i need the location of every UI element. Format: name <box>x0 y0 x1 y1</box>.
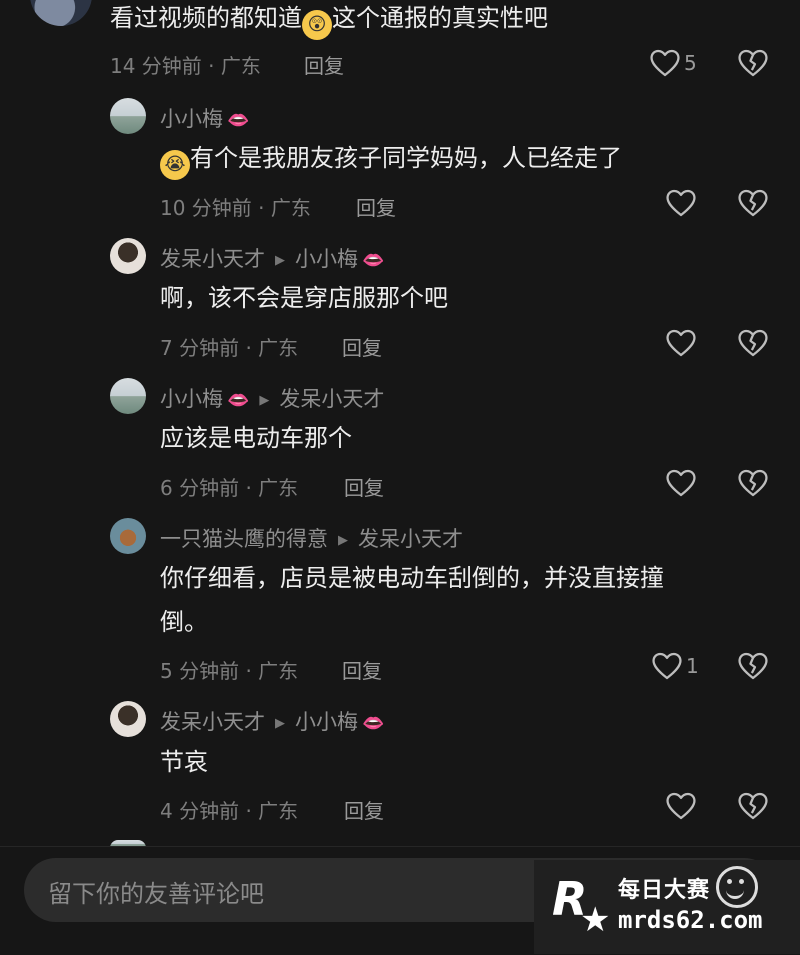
reply-button[interactable]: 回复 <box>344 472 384 501</box>
username[interactable]: 发呆小天才 ▶ 小小梅 👄 <box>160 706 384 736</box>
like-icon[interactable] <box>664 789 698 823</box>
avatar[interactable] <box>110 518 146 554</box>
smiley-eye <box>727 879 732 884</box>
comment-text: 😭 有个是我朋友孩子同学妈妈，人已经走了 <box>160 136 622 180</box>
avatar[interactable] <box>30 0 92 26</box>
reply-button[interactable]: 回复 <box>356 192 396 221</box>
dislike-icon[interactable] <box>736 186 770 220</box>
reply-button[interactable]: 回复 <box>342 332 382 361</box>
like-icon[interactable] <box>664 326 698 360</box>
dislike-icon[interactable] <box>736 649 770 683</box>
avatar[interactable] <box>110 378 146 414</box>
avatar[interactable] <box>110 701 146 737</box>
crying-emoji-icon: 😭 <box>160 150 190 180</box>
comment-text: 啊，该不会是穿店服那个吧 <box>160 284 448 312</box>
avatar[interactable] <box>110 238 146 274</box>
comment-text: 节哀 <box>160 748 208 776</box>
reply-button[interactable]: 回复 <box>344 795 384 824</box>
star-icon: ★ <box>580 900 611 940</box>
comment-text: 你仔细看，店员是被电动车刮倒的，并没直接撞 倒。 <box>160 564 664 636</box>
dislike-icon[interactable] <box>736 789 770 823</box>
username[interactable]: 小小梅 👄 ▶ 发呆小天才 <box>160 383 384 413</box>
lips-badge-icon: 👄 <box>362 250 385 271</box>
like-icon[interactable] <box>648 46 682 80</box>
reply-arrow-icon: ▶ <box>338 533 348 548</box>
username[interactable]: 发呆小天才 ▶ 小小梅 👄 <box>160 243 384 273</box>
reply-arrow-icon: ▶ <box>275 253 285 268</box>
comment-meta: 7 分钟前 · 广东 <box>160 336 299 360</box>
username[interactable]: 一只猫头鹰的得意 ▶ 发呆小天才 <box>160 523 463 553</box>
reply-button[interactable]: 回复 <box>342 655 382 684</box>
astonished-emoji-icon: 😲 <box>302 10 332 40</box>
lips-badge-icon: 👄 <box>227 110 250 131</box>
comment-meta: 14 分钟前 · 广东 <box>110 54 261 78</box>
like-icon[interactable] <box>650 649 684 683</box>
like-count: 5 <box>684 51 697 75</box>
like-count: 1 <box>686 654 699 678</box>
comment-meta: 4 分钟前 · 广东 <box>160 799 299 823</box>
comment-meta: 5 分钟前 · 广东 <box>160 659 299 683</box>
comment-input-placeholder: 留下你的友善评论吧 <box>48 880 264 908</box>
lips-badge-icon: 👄 <box>362 713 385 734</box>
dislike-icon[interactable] <box>736 46 770 80</box>
watermark-url: mrds62.com <box>618 906 763 934</box>
dislike-icon[interactable] <box>736 326 770 360</box>
dislike-icon[interactable] <box>736 466 770 500</box>
smiley-icon[interactable] <box>716 866 758 908</box>
comment-meta: 10 分钟前 · 广东 <box>160 196 311 220</box>
like-icon[interactable] <box>664 466 698 500</box>
comment-text: 看过视频的都知道 😲 这个通报的真实性吧 <box>110 0 548 40</box>
reply-button[interactable]: 回复 <box>304 50 344 79</box>
comment-text: 应该是电动车那个 <box>160 424 352 452</box>
lips-badge-icon: 👄 <box>227 390 250 411</box>
reply-arrow-icon: ▶ <box>259 393 270 408</box>
like-icon[interactable] <box>664 186 698 220</box>
comment-meta: 6 分钟前 · 广东 <box>160 476 299 500</box>
username[interactable]: 小小梅 👄 <box>160 103 249 133</box>
avatar[interactable] <box>110 98 146 134</box>
reply-arrow-icon: ▶ <box>275 716 285 731</box>
watermark-text: 每日大赛 <box>618 878 711 903</box>
smiley-eye <box>739 879 744 884</box>
